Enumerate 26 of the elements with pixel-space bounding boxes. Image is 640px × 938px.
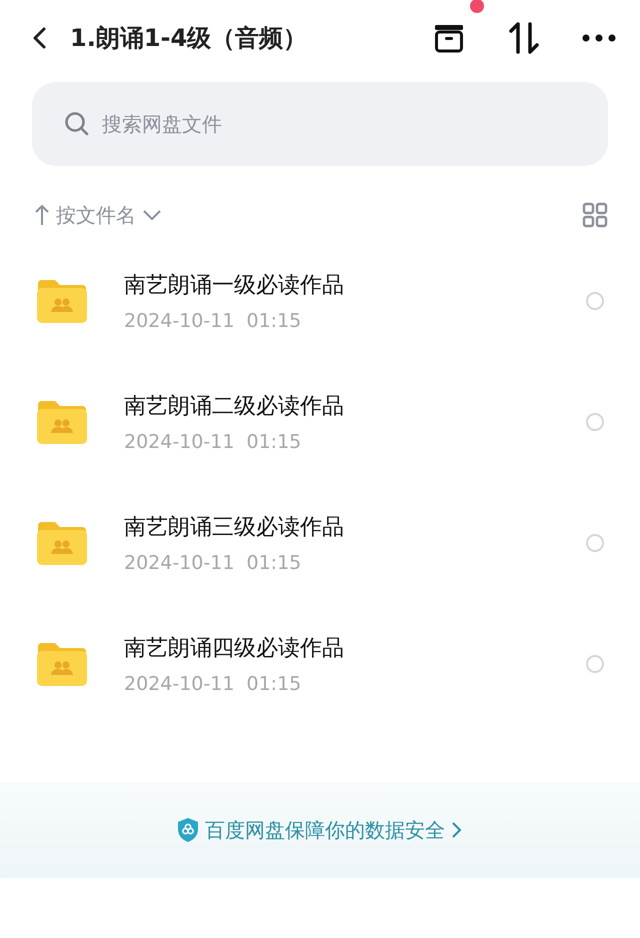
select-checkbox[interactable] bbox=[586, 412, 604, 430]
folder-name[interactable]: 南艺朗诵三级必读作品 bbox=[124, 512, 586, 542]
modified-date: 2024-10-11 01:15 bbox=[124, 430, 302, 452]
chevron-right-icon bbox=[451, 821, 463, 839]
more-icon[interactable] bbox=[582, 34, 616, 42]
security-link[interactable]: 百度网盘保障你的数据安全 bbox=[205, 816, 445, 844]
shared-folder-icon bbox=[36, 640, 88, 686]
modified-date: 2024-10-11 01:15 bbox=[124, 552, 302, 574]
shared-folder-icon bbox=[36, 278, 88, 324]
modified-date: 2024-10-11 01:15 bbox=[124, 310, 302, 332]
folder-name[interactable]: 南艺朗诵四级必读作品 bbox=[124, 632, 586, 662]
select-checkbox[interactable] bbox=[586, 534, 604, 552]
sort-icon[interactable] bbox=[508, 21, 540, 55]
folder-name[interactable]: 南艺朗诵一级必读作品 bbox=[124, 270, 586, 300]
folder-name[interactable]: 南艺朗诵二级必读作品 bbox=[124, 390, 586, 420]
search-field[interactable]: 搜索网盘文件 bbox=[32, 82, 608, 166]
chevron-down-icon bbox=[142, 209, 162, 221]
shield-icon bbox=[177, 817, 199, 843]
modified-date: 2024-10-11 01:15 bbox=[124, 672, 302, 694]
select-checkbox[interactable] bbox=[586, 654, 604, 672]
arrow-up-icon bbox=[34, 204, 50, 226]
page-title: 1.朗诵1-4级（音频） bbox=[70, 23, 308, 54]
shared-folder-icon bbox=[36, 398, 88, 444]
shared-folder-icon bbox=[36, 520, 88, 566]
select-checkbox[interactable] bbox=[586, 292, 604, 310]
grid-view-icon[interactable] bbox=[582, 202, 608, 228]
